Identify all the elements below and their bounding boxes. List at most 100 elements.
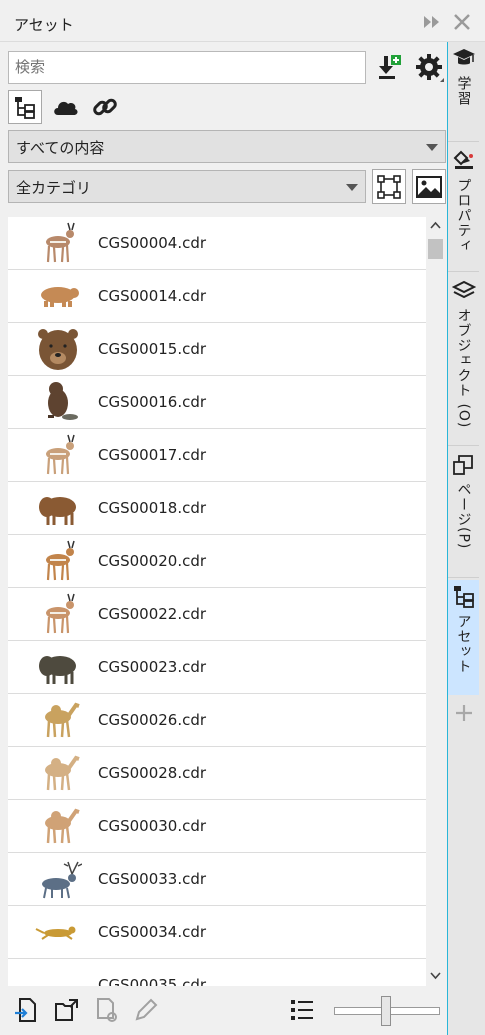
asset-filename: CGS00014.cdr [98,287,207,305]
asset-thumbnail [46,540,75,581]
docker-tab-rail: 学習 プロパティ オブジェクト (O) ページ(P) アセット [448,42,485,1035]
search-input[interactable] [8,51,366,84]
asset-filename: CGS00026.cdr [98,711,207,729]
asset-row[interactable]: CGS00004.cdr [8,217,426,270]
asset-thumbnail [39,497,76,525]
asset-thumbnail [38,329,78,370]
chevron-down-icon [346,184,358,191]
asset-filename: CGS00028.cdr [98,764,207,782]
bitmap-filter-button[interactable] [412,169,446,204]
asset-thumbnail [39,656,76,684]
open-folder-button[interactable] [50,994,82,1026]
category-value: 全カテゴリ [16,179,92,197]
tab-learn-label: 学習 [455,76,472,106]
content-scope-value: すべての内容 [16,139,105,157]
panel-title: アセット [14,16,74,34]
close-icon[interactable] [452,12,472,32]
graduation-cap-icon [452,49,475,65]
add-docker-icon[interactable] [453,702,475,724]
asset-row[interactable]: CGS00034.cdr [8,906,426,959]
asset-thumbnail [45,702,80,738]
asset-filename: CGS00022.cdr [98,605,207,623]
content-scope-select[interactable]: すべての内容 [8,130,446,163]
image-icon [416,175,442,198]
cloud-icon [54,101,78,115]
tab-properties[interactable]: プロパティ [448,144,479,272]
link-icon [93,98,117,116]
asset-list[interactable]: CGS00004.cdr CGS00014.cdr CGS00015.cdr CGS0… [8,217,426,986]
scroll-thumb[interactable] [428,239,443,259]
document-gear-icon [97,998,117,1022]
asset-thumbnail [42,861,82,899]
asset-row[interactable]: CGS00014.cdr [8,270,426,323]
asset-row[interactable]: CGS00022.cdr [8,588,426,641]
list-view-button[interactable] [286,994,318,1026]
asset-row[interactable]: CGS00018.cdr [8,482,426,535]
asset-filename: CGS00017.cdr [98,446,207,464]
linked-assets-tab[interactable] [88,90,122,124]
asset-filename: CGS00023.cdr [98,658,207,676]
asset-row[interactable]: CGS00028.cdr [8,747,426,800]
local-assets-tab[interactable] [8,90,42,124]
asset-filename: CGS00018.cdr [98,499,207,517]
settings-button[interactable] [412,50,446,84]
asset-thumbnail [48,382,78,420]
cloud-assets-tab[interactable] [48,90,82,124]
scroll-down-icon[interactable] [430,972,441,980]
asset-row[interactable]: CGS00015.cdr [8,323,426,376]
category-select[interactable]: 全カテゴリ [8,170,366,203]
bounding-box-icon [377,174,401,199]
tab-properties-label: プロパティ [455,178,472,253]
asset-thumbnail [46,434,75,475]
import-document-icon [15,998,36,1022]
import-icon [379,55,401,79]
asset-filename: CGS00015.cdr [98,340,207,358]
document-settings-button[interactable] [90,994,122,1026]
asset-filename: CGS00033.cdr [98,870,207,888]
asset-filename: CGS00035.cdr [98,976,207,986]
pencil-icon [135,998,158,1021]
asset-thumbnail [45,755,80,791]
folder-tree-icon [15,97,35,119]
asset-row[interactable]: CGS00026.cdr [8,694,426,747]
asset-filename: CGS00004.cdr [98,234,207,252]
tab-pages[interactable]: ページ(P) [448,448,479,578]
layers-icon [451,280,476,299]
tab-assets[interactable]: アセット [448,580,479,695]
slider-knob[interactable] [381,996,391,1026]
import-document-button[interactable] [10,994,42,1026]
asset-thumbnail [35,926,76,940]
asset-row[interactable]: CGS00023.cdr [8,641,426,694]
edit-button[interactable] [130,994,162,1026]
folder-open-icon [55,999,78,1021]
import-button[interactable] [372,50,406,84]
list-scrollbar[interactable] [426,217,445,986]
asset-row[interactable]: CGS00020.cdr [8,535,426,588]
tab-assets-label: アセット [455,614,472,674]
tab-learn[interactable]: 学習 [448,42,479,142]
asset-thumbnail [34,962,82,986]
chevron-down-icon [426,144,438,151]
asset-row[interactable]: CGS00030.cdr [8,800,426,853]
collapse-panel-icon[interactable] [421,12,443,32]
asset-filename: CGS00030.cdr [98,817,207,835]
bottom-toolbar [0,986,447,1035]
tab-objects[interactable]: オブジェクト (O) [448,274,479,446]
vector-filter-button[interactable] [372,169,406,204]
assets-tree-icon [453,586,474,608]
tab-objects-label: オブジェクト (O) [455,308,472,429]
asset-row[interactable]: CGS00016.cdr [8,376,426,429]
properties-icon [453,150,473,169]
asset-thumbnail [46,593,75,634]
asset-filename: CGS00016.cdr [98,393,207,411]
scroll-up-icon[interactable] [430,221,441,229]
asset-row[interactable]: CGS00017.cdr [8,429,426,482]
list-view-icon [291,1000,313,1020]
asset-thumbnail [45,808,80,844]
asset-thumbnail [41,287,79,307]
thumbnail-size-slider[interactable] [334,996,440,1026]
asset-row[interactable]: CGS00033.cdr [8,853,426,906]
asset-row[interactable]: CGS00035.cdr [8,959,426,986]
assets-panel: すべての内容 全カテゴリ CGS00004.cdrCGS00014.cdrCGS… [0,42,447,1035]
asset-thumbnail [46,222,75,263]
